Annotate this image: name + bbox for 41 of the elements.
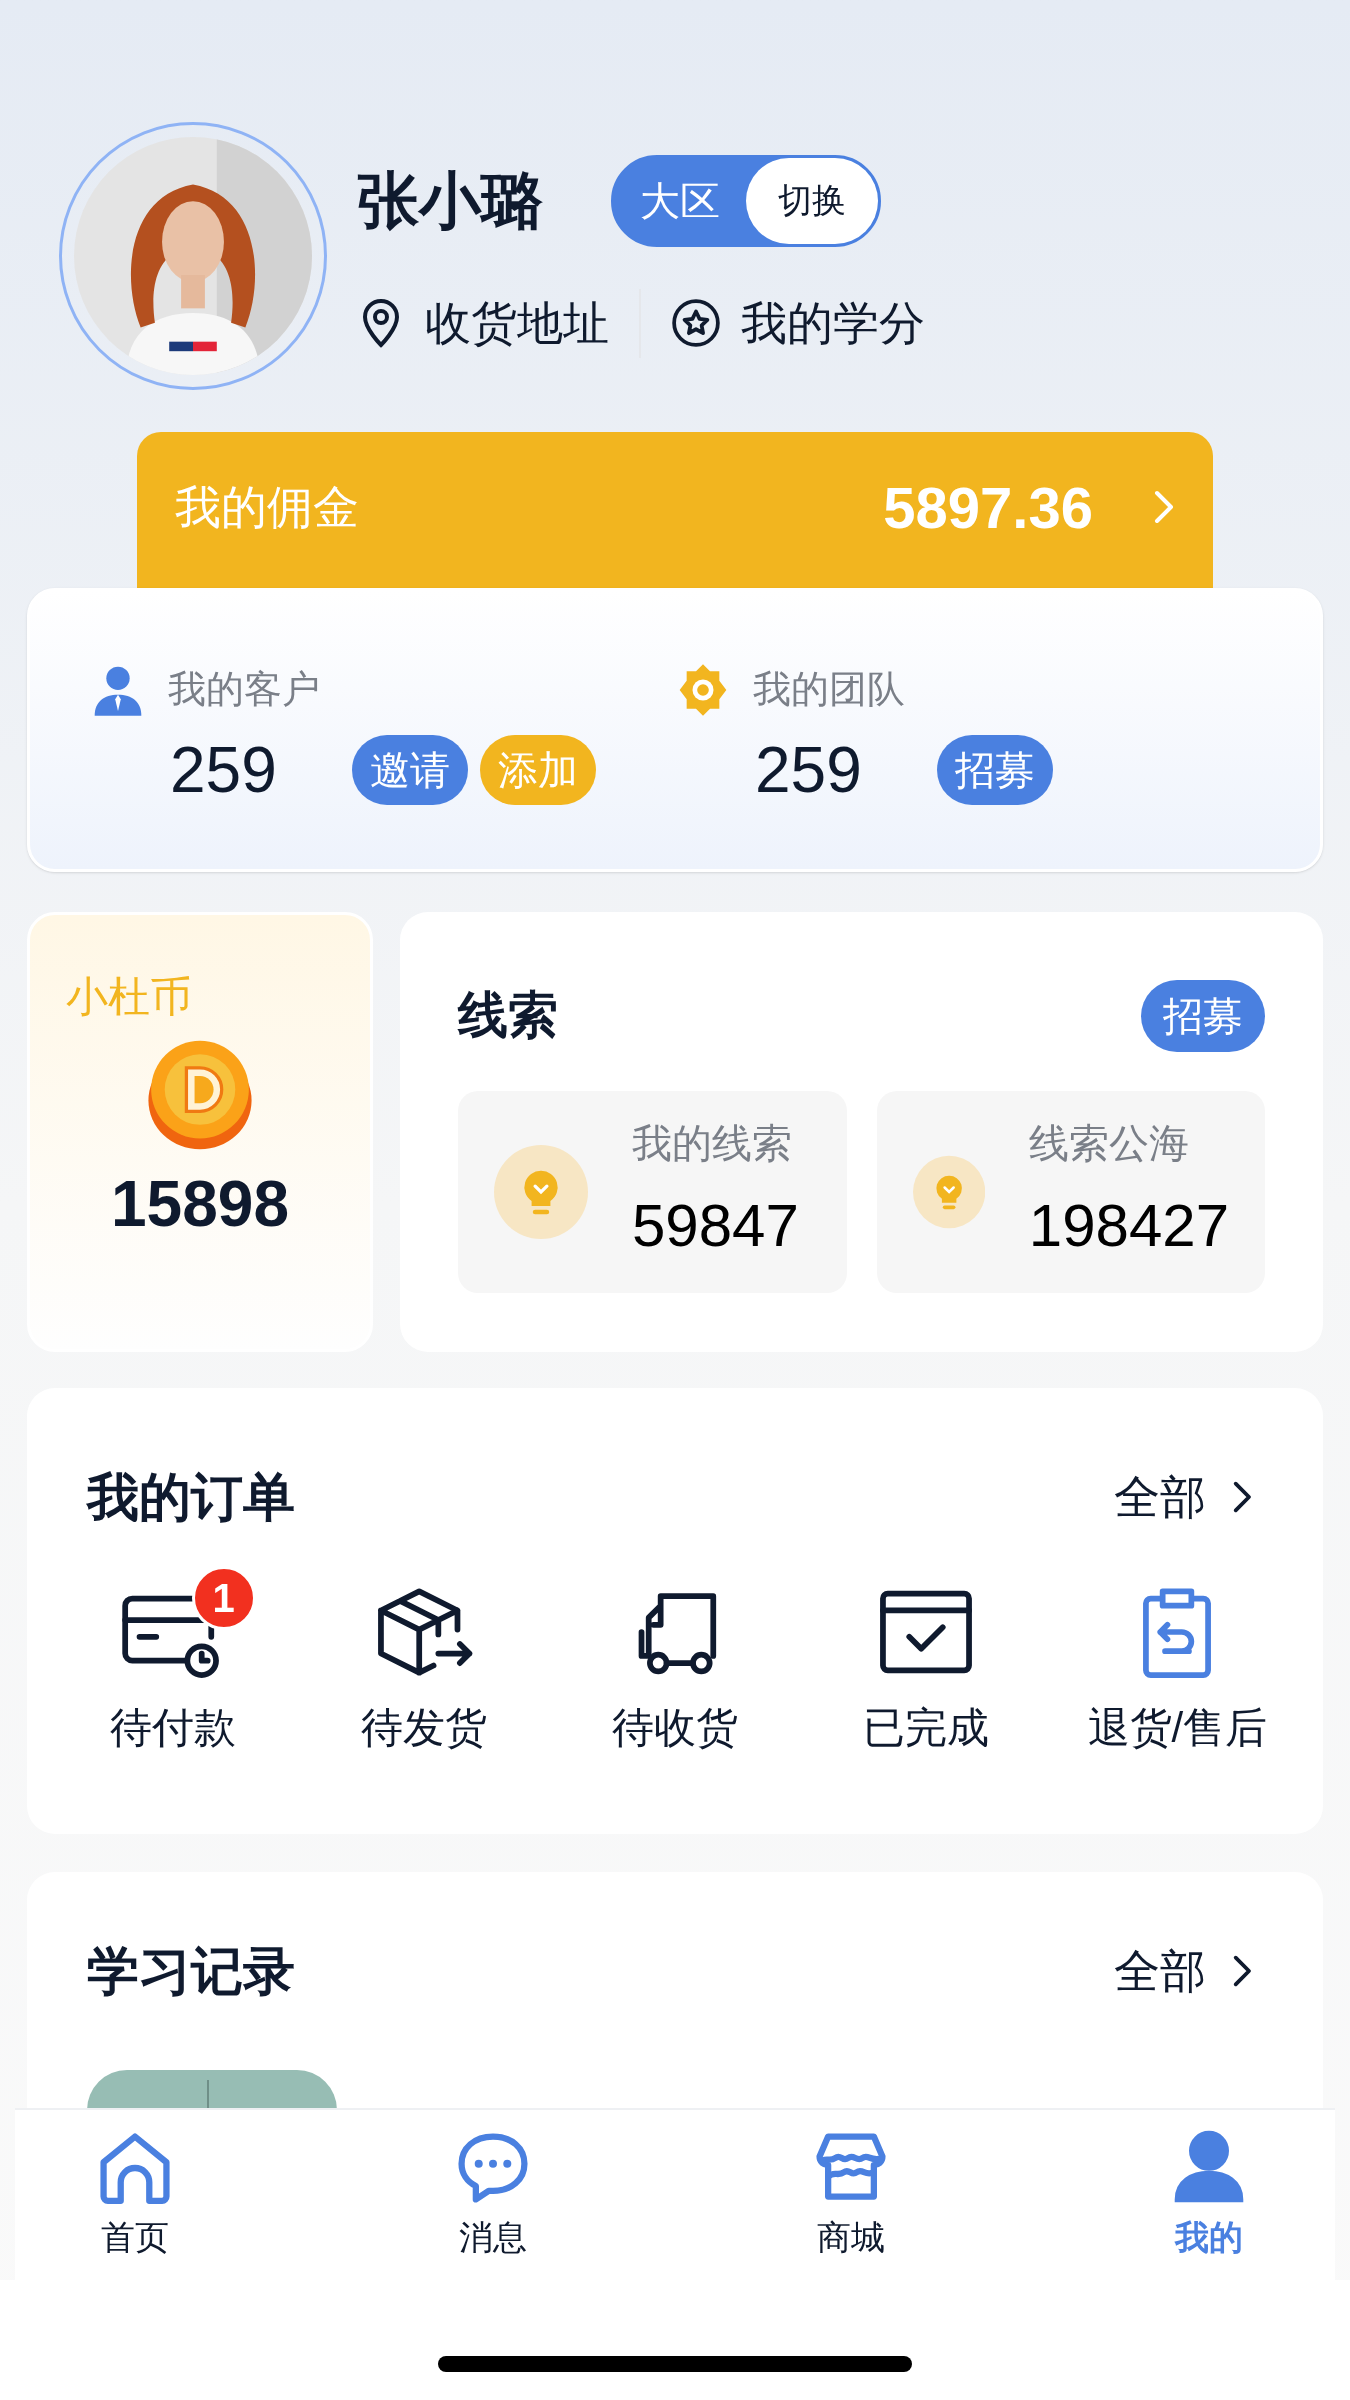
- clues-title: 线索: [458, 986, 558, 1045]
- lightbulb-icon: [494, 1145, 588, 1239]
- stat-label: 我的客户: [168, 667, 320, 712]
- commission-label: 我的佣金: [175, 479, 359, 535]
- tab-item[interactable]: 首页: [15, 2110, 255, 2280]
- tab-item[interactable]: 商城: [731, 2110, 971, 2280]
- tab-item[interactable]: 我的: [1089, 2110, 1329, 2280]
- commission-amount: 5897.36: [883, 473, 1093, 542]
- star-circle-icon: [671, 298, 721, 348]
- clue-value: 198427: [1028, 1191, 1229, 1261]
- stat-value: 259: [170, 733, 278, 808]
- stat-value: 259: [755, 733, 863, 808]
- order-status-label[interactable]: 待付款: [109, 1696, 236, 1759]
- order-status-label[interactable]: 已完成: [863, 1696, 990, 1759]
- clue-value: 59847: [632, 1191, 799, 1261]
- order-status-label[interactable]: 退货/售后: [1087, 1696, 1268, 1759]
- tab-item[interactable]: 消息: [373, 2110, 613, 2280]
- stat-action-button[interactable]: 招募: [937, 735, 1053, 805]
- clue-tile[interactable]: 线索公海 198427: [876, 1091, 1265, 1293]
- coin-value: 15898: [111, 1167, 289, 1242]
- profile-link[interactable]: 收货地址: [425, 288, 609, 358]
- clue-label: 线索公海: [1028, 1120, 1190, 1167]
- clue-tile[interactable]: 我的线索 59847: [458, 1091, 847, 1293]
- coin-icon: [145, 1038, 255, 1152]
- orders-title: 我的订单: [87, 1467, 295, 1528]
- recruit-button[interactable]: 招募: [1141, 979, 1265, 1052]
- user-name: 张小璐: [357, 169, 543, 232]
- coin-title: 小杜币: [66, 972, 193, 1022]
- profile-link[interactable]: 我的学分: [741, 288, 925, 358]
- view-all-link[interactable]: 全部: [1114, 1936, 1207, 2006]
- coin-card[interactable]: 小杜币 15898: [27, 912, 373, 1352]
- view-all-link[interactable]: 全部: [1114, 1462, 1207, 1532]
- stat-label: 我的团队: [753, 667, 905, 712]
- count-badge: 1: [191, 1566, 256, 1630]
- order-status-label[interactable]: 待发货: [360, 1696, 487, 1759]
- switch-button[interactable]: 切换: [746, 157, 878, 244]
- stat-action-button[interactable]: 邀请: [352, 735, 468, 805]
- clue-label: 我的线索: [632, 1120, 793, 1167]
- region-label: 大区: [639, 177, 721, 225]
- learning-title: 学习记录: [87, 1941, 295, 2002]
- order-status-label[interactable]: 待收货: [612, 1696, 738, 1759]
